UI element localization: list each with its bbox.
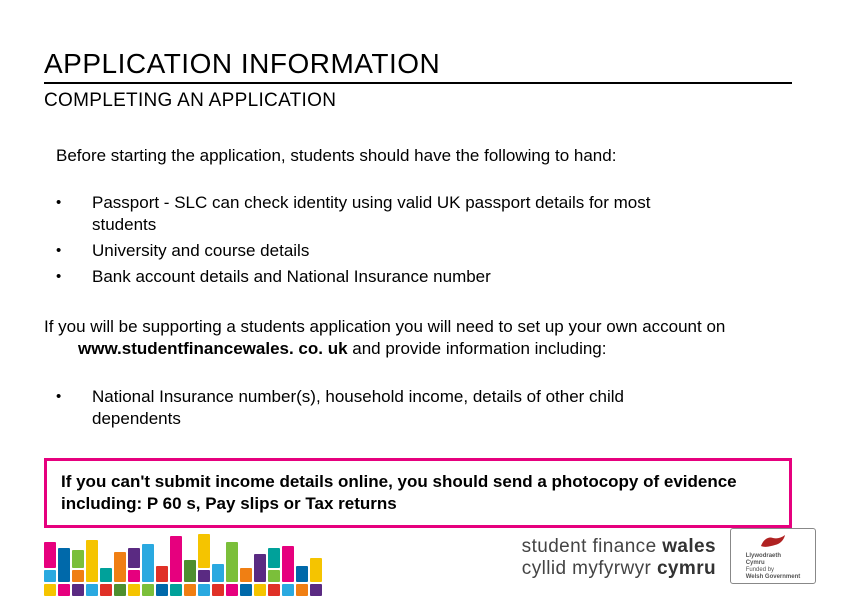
page-subtitle: COMPLETING AN APPLICATION <box>44 90 792 112</box>
brand-en-light: student finance <box>522 536 663 557</box>
gov-line2: Cymru <box>746 560 765 566</box>
bullet-text: Passport - SLC can check identity using … <box>92 192 652 236</box>
website-url: www.studentfinancewales. co. uk <box>78 339 348 358</box>
para-line1: If you will be supporting a students app… <box>44 317 725 336</box>
bullet-icon: • <box>56 266 92 288</box>
brand-logo: student finance wales cyllid myfyrwyr cy… <box>522 536 716 580</box>
bullet-icon: • <box>56 240 92 262</box>
welsh-government-badge: Llywodraeth Cymru Funded by Welsh Govern… <box>730 528 816 584</box>
list-item: • Bank account details and National Insu… <box>56 266 792 288</box>
bullet-text: Bank account details and National Insura… <box>92 266 491 288</box>
brand-english: student finance wales <box>522 536 716 558</box>
intro-text: Before starting the application, student… <box>56 146 792 166</box>
bullet-text: University and course details <box>92 240 309 262</box>
brand-cy-light: cyllid myfyrwyr <box>522 558 657 579</box>
gov-line3: Funded by <box>746 567 801 574</box>
gov-line4: Welsh Government <box>746 574 801 580</box>
para-line2-suffix: and provide information including: <box>348 339 607 358</box>
bullet-list-2: • National Insurance number(s), househol… <box>56 386 792 430</box>
callout-text: If you can't submit income details onlin… <box>61 471 775 515</box>
dragon-icon <box>759 532 787 550</box>
bullet-text: National Insurance number(s), household … <box>92 386 652 430</box>
supporting-paragraph: If you will be supporting a students app… <box>44 316 792 360</box>
bar-graphic <box>44 510 354 596</box>
page-title: APPLICATION INFORMATION <box>44 48 792 84</box>
bullet-icon: • <box>56 192 92 236</box>
gov-text: Llywodraeth Cymru Funded by Welsh Govern… <box>746 553 801 581</box>
footer: student finance wales cyllid myfyrwyr cy… <box>0 510 842 596</box>
gov-line1: Llywodraeth <box>746 553 781 559</box>
bullet-list-1: • Passport - SLC can check identity usin… <box>56 192 792 288</box>
list-item: • University and course details <box>56 240 792 262</box>
list-item: • National Insurance number(s), househol… <box>56 386 792 430</box>
brand-cy-bold: cymru <box>657 558 716 579</box>
brand-en-bold: wales <box>662 536 716 557</box>
bullet-icon: • <box>56 386 92 430</box>
slide-page: APPLICATION INFORMATION COMPLETING AN AP… <box>0 0 842 596</box>
brand-welsh: cyllid myfyrwyr cymru <box>522 558 716 580</box>
list-item: • Passport - SLC can check identity usin… <box>56 192 792 236</box>
